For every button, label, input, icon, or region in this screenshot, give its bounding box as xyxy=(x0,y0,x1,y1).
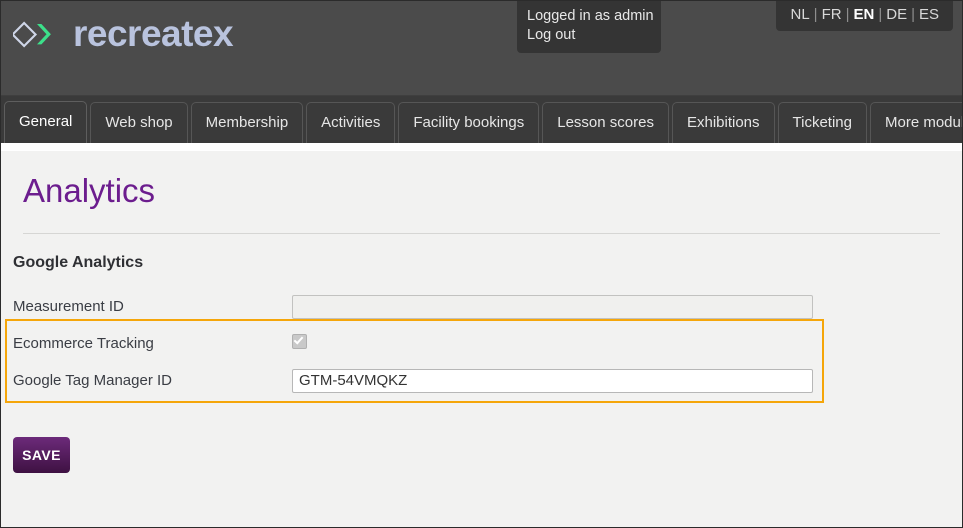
brand-name: recreatex xyxy=(73,13,234,54)
content-top-strip xyxy=(1,143,962,151)
logout-link[interactable]: Log out xyxy=(527,26,651,45)
diamond-chevron-logo-icon xyxy=(13,21,51,47)
measurement-id-input[interactable] xyxy=(292,294,813,319)
tab-exhibitions[interactable]: Exhibitions xyxy=(671,102,775,143)
measurement-id-label: Measurement ID xyxy=(13,298,124,316)
module-tabbar: General Web shop Membership Activities Facil… xyxy=(1,96,962,144)
save-button[interactable]: SAVE xyxy=(13,437,70,474)
tab-ticketing[interactable]: Ticketing xyxy=(777,102,867,143)
application-window: recreatex Logged in as admin Log out NL |… xyxy=(0,0,963,528)
checkmark-icon xyxy=(293,334,304,345)
language-option-fr[interactable]: FR xyxy=(819,6,845,24)
tab-web-shop[interactable]: Web shop xyxy=(90,102,188,143)
session-box: Logged in as admin Log out xyxy=(517,1,661,53)
section-heading: Google Analytics xyxy=(13,254,144,272)
logged-in-label: Logged in as admin xyxy=(527,8,654,24)
language-option-de[interactable]: DE xyxy=(883,6,910,24)
ecommerce-tracking-checkbox[interactable] xyxy=(292,333,307,349)
brand-logo[interactable]: recreatex xyxy=(13,13,234,54)
gtm-id-label: Google Tag Manager ID xyxy=(13,372,172,390)
measurement-id-field-wrap xyxy=(292,294,962,319)
form-row-ecommerce-tracking: Ecommerce Tracking xyxy=(1,325,962,362)
tab-membership[interactable]: Membership xyxy=(190,102,304,143)
language-option-es[interactable]: ES xyxy=(916,6,942,24)
tab-facility-bookings[interactable]: Facility bookings xyxy=(398,102,540,143)
title-divider xyxy=(23,233,940,235)
language-option-nl[interactable]: NL xyxy=(787,6,812,24)
tab-lesson-scores[interactable]: Lesson scores xyxy=(542,102,669,143)
form-row-gtm-id: Google Tag Manager ID xyxy=(1,362,962,399)
ecommerce-tracking-field-wrap xyxy=(292,333,962,354)
tab-activities[interactable]: Activities xyxy=(306,102,396,143)
ecommerce-tracking-label: Ecommerce Tracking xyxy=(13,335,154,353)
language-option-en[interactable]: EN xyxy=(850,6,877,24)
gtm-id-field-wrap xyxy=(292,368,962,393)
tab-general[interactable]: General xyxy=(4,101,88,144)
page-title: Analytics xyxy=(23,172,156,209)
main-content: Analytics Google Analytics Measurement I… xyxy=(1,143,962,527)
analytics-form: Measurement ID Ecommerce Tracking Google… xyxy=(1,288,962,404)
language-selector[interactable]: NL | FR | EN | DE | ES xyxy=(776,1,953,31)
tab-more-modules[interactable]: More modules xyxy=(869,102,962,143)
app-header: recreatex Logged in as admin Log out NL |… xyxy=(1,1,962,96)
gtm-id-input[interactable] xyxy=(292,368,813,393)
form-row-measurement-id: Measurement ID xyxy=(1,288,962,325)
